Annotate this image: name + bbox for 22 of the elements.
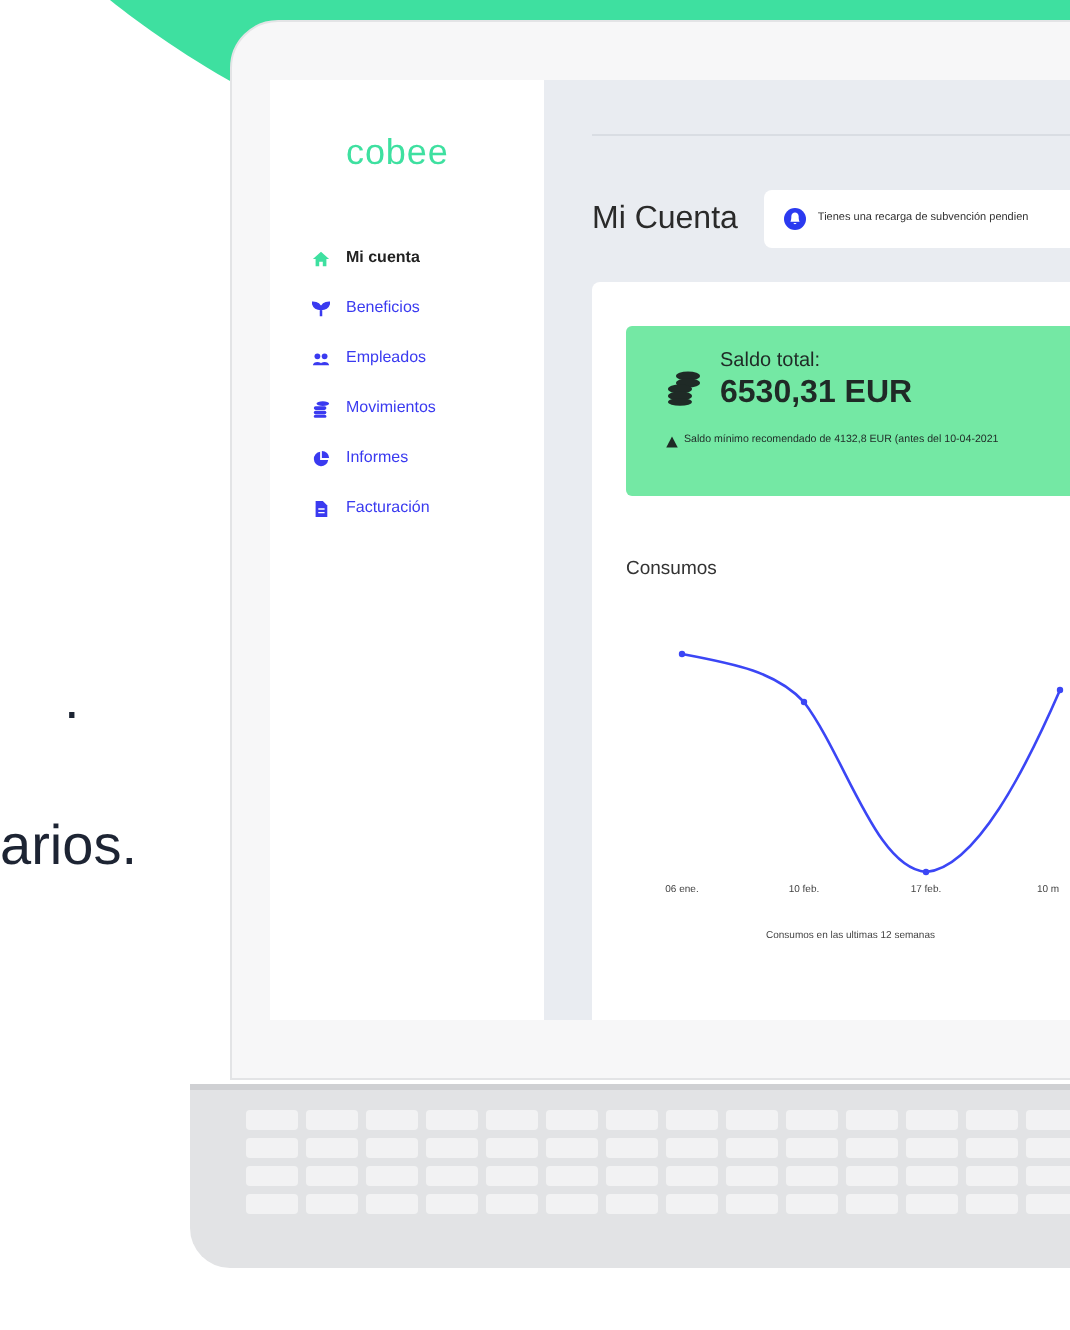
heading-text: . [64, 666, 80, 734]
sprout-icon [312, 299, 330, 317]
nav-item[interactable]: Empleados [312, 346, 427, 370]
heading-text: arios. [0, 812, 137, 880]
page-title: Mi Cuenta [592, 199, 738, 239]
home-icon [312, 249, 330, 267]
nav-item[interactable]: Beneficios [312, 296, 420, 320]
nav-item[interactable]: Mi cuenta [312, 246, 420, 270]
users-icon [312, 349, 330, 367]
document-icon [312, 499, 330, 517]
nav-item[interactable]: Movimientos [312, 396, 436, 420]
coins-icon [666, 370, 702, 406]
coins-icon [312, 399, 330, 417]
nav-item[interactable]: Facturación [312, 496, 430, 520]
warning-icon [666, 435, 678, 448]
pie-chart-icon [312, 449, 330, 467]
section-title: Consumos [626, 558, 717, 582]
balance-amount: 6530,31 EUR [720, 374, 913, 414]
nav-item[interactable]: Informes [312, 446, 409, 470]
logo: cobee [346, 132, 449, 172]
balance-label: Saldo total: [720, 350, 821, 374]
bell-icon [783, 208, 806, 230]
